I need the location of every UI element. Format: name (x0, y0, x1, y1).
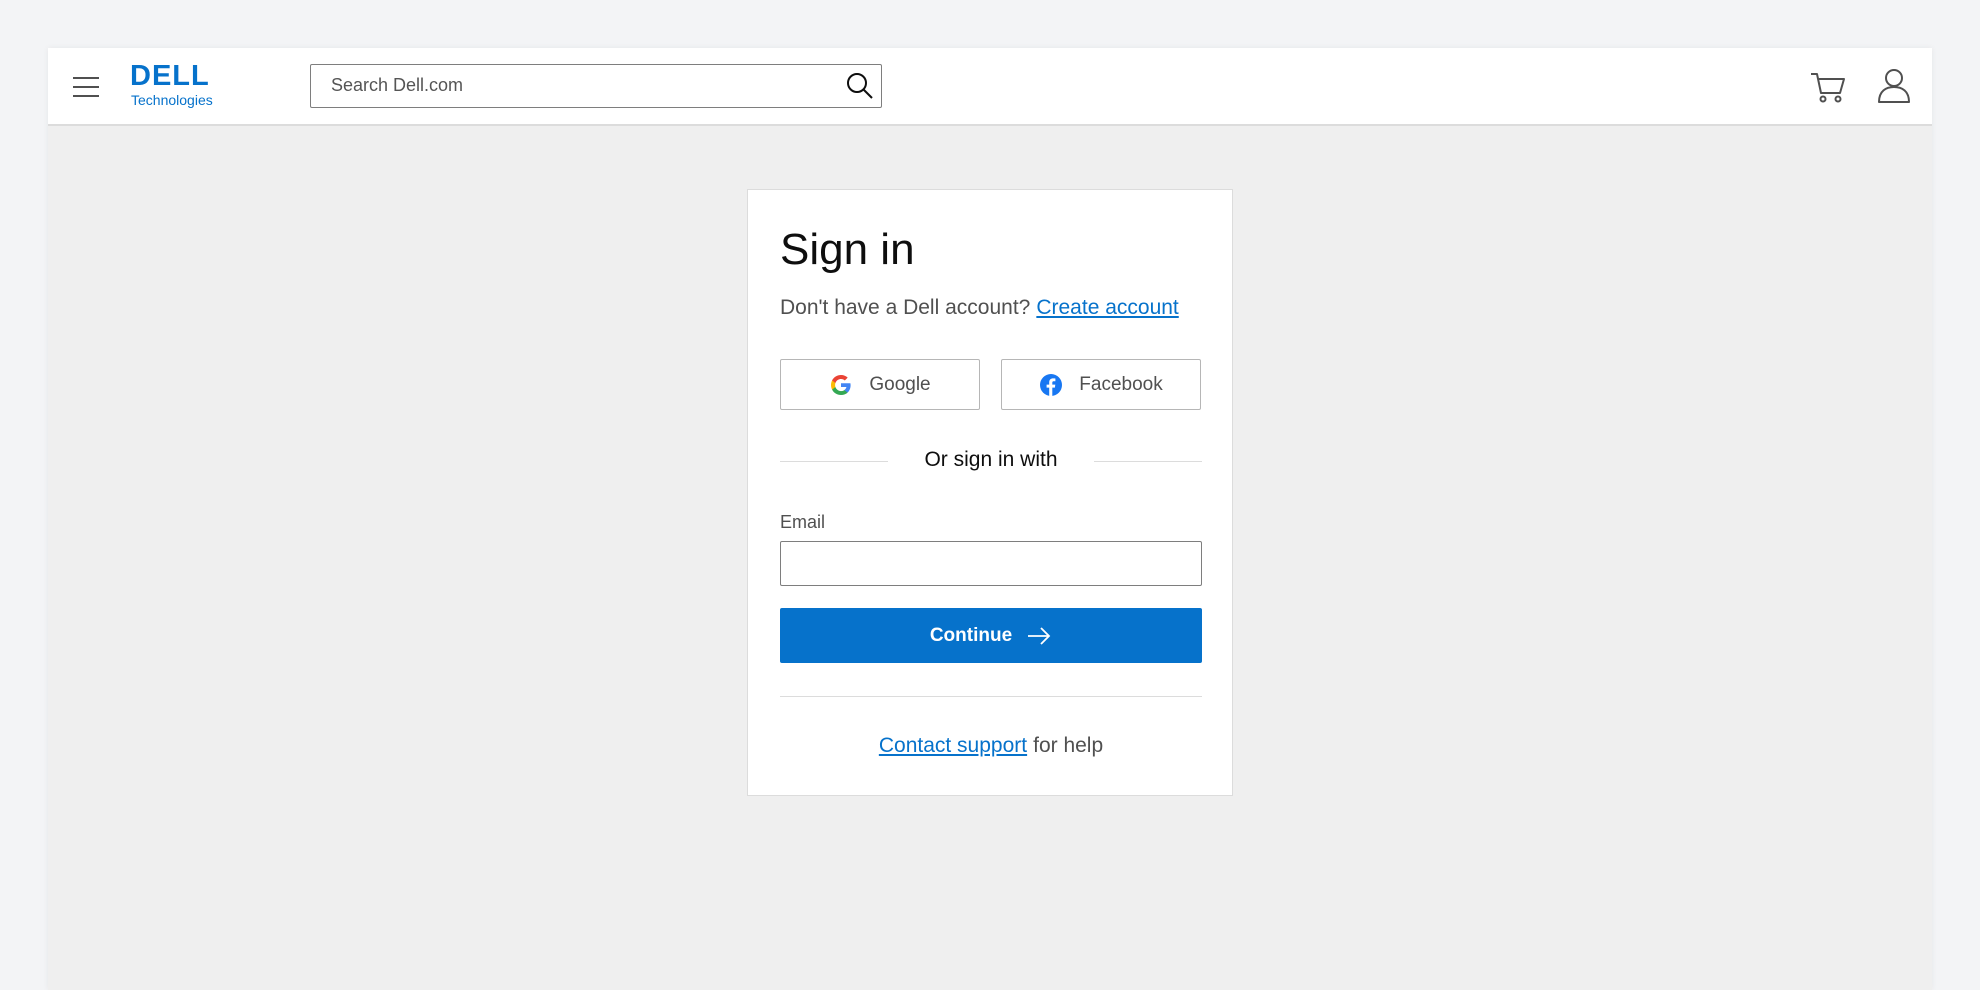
email-label: Email (780, 512, 826, 532)
no-account-text: Don't have a Dell account? (780, 296, 1031, 319)
help-row: Contact support for help (748, 734, 1234, 758)
menu-icon[interactable] (72, 73, 100, 101)
continue-label: Continue (929, 624, 1013, 646)
dell-logo[interactable]: DELL Technologies (130, 62, 220, 112)
google-icon (831, 374, 851, 395)
google-label: Google (869, 373, 931, 395)
create-account-row: Don't have a Dell account? Create account (780, 296, 1179, 320)
contact-support-link[interactable]: Contact support (879, 734, 1027, 757)
bottom-divider (780, 696, 1202, 697)
or-divider: Or sign in with (780, 446, 1202, 476)
facebook-sign-in-button[interactable]: Facebook (1001, 359, 1201, 410)
browser-window: DELL Technologies Sign in Don't have a D… (48, 48, 1932, 990)
help-suffix-text: for help (1033, 734, 1104, 757)
facebook-icon (1040, 373, 1063, 396)
sign-in-card: Sign in Don't have a Dell account? Create… (747, 189, 1233, 796)
search-box (310, 64, 882, 108)
divider-line-right (1094, 461, 1202, 462)
google-sign-in-button[interactable]: Google (780, 359, 980, 410)
page-title: Sign in (780, 225, 915, 274)
email-field[interactable] (780, 541, 1202, 586)
user-icon[interactable] (1874, 65, 1914, 105)
logo-wordmark: DELL (130, 60, 210, 92)
search-icon[interactable] (845, 71, 875, 101)
masthead: DELL Technologies (48, 48, 1932, 126)
create-account-link[interactable]: Create account (1036, 296, 1178, 319)
cart-icon[interactable] (1808, 67, 1848, 107)
continue-button[interactable]: Continue (780, 608, 1202, 663)
logo-subtitle: Technologies (131, 92, 213, 108)
arrow-right-icon (1028, 626, 1051, 645)
search-input[interactable] (311, 65, 831, 106)
facebook-label: Facebook (1079, 373, 1163, 395)
or-sign-in-text: Or sign in with (924, 448, 1058, 471)
